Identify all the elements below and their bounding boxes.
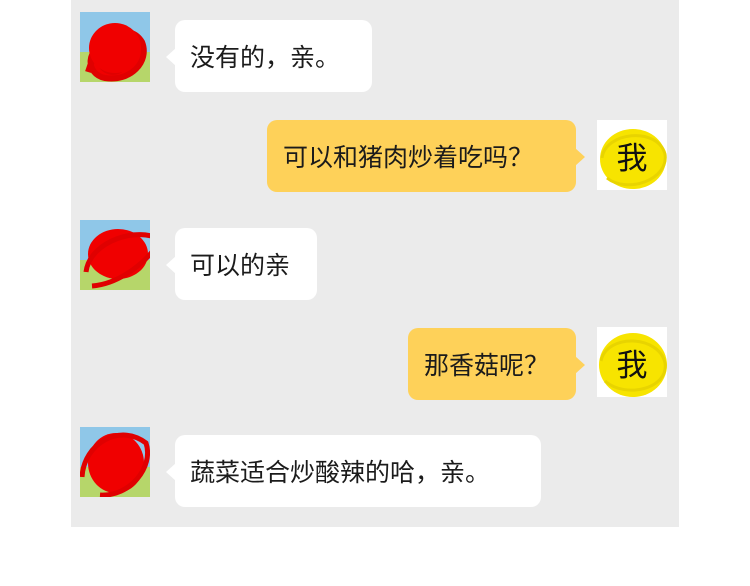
message-bubble-outgoing[interactable]: 那香菇呢？ (408, 328, 585, 400)
message-text: 蔬菜适合炒酸辣的哈，亲。 (190, 458, 491, 487)
message-bubble-outgoing[interactable]: 可以和猪肉炒着吃吗？ (267, 120, 585, 192)
user-avatar[interactable]: 我 (597, 120, 667, 190)
message-text: 那香菇呢？ (424, 351, 550, 380)
message-bubble-incoming[interactable]: 可以的亲 (166, 228, 317, 300)
message-bubble-incoming[interactable]: 蔬菜适合炒酸辣的哈，亲。 (166, 435, 541, 507)
seller-avatar[interactable] (80, 12, 150, 82)
user-avatar-label: 我 (616, 140, 648, 177)
user-avatar-label: 我 (616, 347, 648, 384)
message-bubble-incoming[interactable]: 没有的，亲。 (166, 20, 372, 92)
landscape-avatar-icon (80, 220, 150, 290)
landscape-avatar-icon (80, 12, 150, 82)
seller-avatar[interactable] (80, 427, 150, 497)
seller-avatar[interactable] (80, 220, 150, 290)
message-text: 可以和猪肉炒着吃吗？ (283, 143, 534, 172)
landscape-avatar-icon (80, 427, 150, 497)
user-avatar[interactable]: 我 (597, 327, 667, 397)
message-text: 可以的亲 (190, 251, 291, 280)
message-text: 没有的，亲。 (190, 43, 341, 72)
